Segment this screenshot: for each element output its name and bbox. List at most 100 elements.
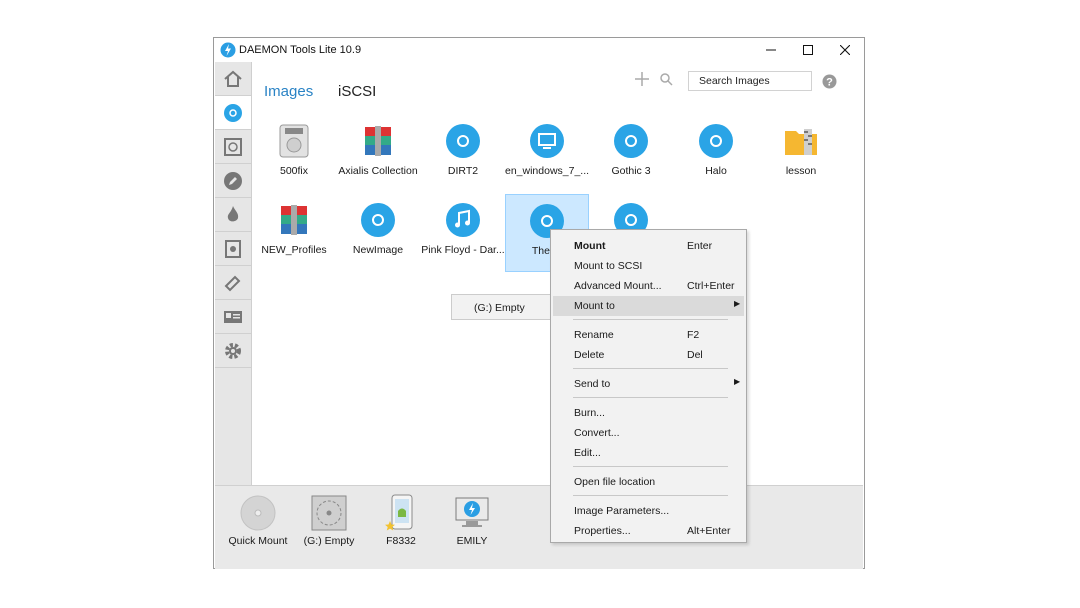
image-item-new-profiles[interactable]: NEW_Profiles [252,194,336,272]
sidebar-item-edit[interactable] [215,164,251,198]
image-item-dirt2[interactable]: DIRT2 [421,115,505,193]
menu-item-mount[interactable]: Mount Enter [553,236,744,256]
sidebar-item-settings[interactable] [215,334,251,368]
submenu-item-g-empty[interactable]: (G:) Empty [474,302,525,314]
disc-icon [697,122,735,160]
music-icon [444,201,482,239]
quick-mount-icon [238,494,278,532]
contacts-icon [224,310,242,323]
image-label: DIRT2 [447,165,479,177]
sidebar-item-vhd[interactable] [215,232,251,266]
drive-quick-mount[interactable]: Quick Mount [218,494,298,564]
home-icon [224,70,242,87]
menu-item-send-to[interactable]: Send to ▶ [553,374,744,394]
menu-item-edit[interactable]: Edit... [553,443,744,463]
disc-icon [224,103,242,122]
svg-text:?: ? [826,77,833,89]
image-item-pink-floyd[interactable]: Pink Floyd - Dar... [421,194,505,272]
close-icon [840,45,850,55]
hdd-icon [275,122,313,160]
image-item-en-windows-7[interactable]: en_windows_7_... [505,115,589,193]
image-label: Halo [705,165,727,177]
archive-icon [275,201,313,239]
menu-item-mount-to[interactable]: Mount to ▶ [553,296,744,316]
search-icon[interactable] [660,73,673,86]
usb-icon [224,275,241,291]
menu-item-image-parameters[interactable]: Image Parameters... [553,501,744,521]
image-item-500fix[interactable]: 500fix [252,115,336,193]
drive-label: (G:) Empty [303,535,355,547]
vhd-icon [225,239,241,258]
menu-separator [573,495,728,496]
menu-item-advanced-mount[interactable]: Advanced Mount... Ctrl+Enter [553,276,744,296]
menu-item-delete[interactable]: Delete Del [553,345,744,365]
image-label: Gothic 3 [611,165,651,177]
image-label: NEW_Profiles [261,244,327,256]
menu-item-burn[interactable]: Burn... [553,403,744,423]
drives-panel: Quick Mount (G:) Empty F8332 EMILY [215,485,863,569]
image-label: en_windows_7_... [505,165,589,177]
daemon-pc-icon [452,494,492,532]
sidebar-item-virtual-drive[interactable] [215,130,251,164]
window-title: DAEMON Tools Lite 10.9 [239,44,362,56]
sidebar [215,62,252,485]
tab-images[interactable]: Images [264,83,313,100]
disc-icon [444,122,482,160]
pencil-icon [224,171,242,190]
monitor-icon [528,122,566,160]
menu-separator [573,466,728,467]
menu-item-mount-to-scsi[interactable]: Mount to SCSI [553,256,744,276]
image-item-lesson[interactable]: lesson [759,115,843,193]
help-icon[interactable]: ? [822,74,837,89]
menu-separator [573,368,728,369]
image-item-gothic-3[interactable]: Gothic 3 [589,115,673,193]
tab-iscsi[interactable]: iSCSI [338,83,376,100]
sidebar-item-usb[interactable] [215,266,251,300]
sidebar-item-images[interactable] [215,96,251,130]
submenu-arrow-icon: ▶ [734,377,741,386]
maximize-button[interactable] [789,38,827,62]
close-button[interactable] [826,38,864,62]
menu-item-convert[interactable]: Convert... [553,423,744,443]
image-label: 500fix [279,165,309,177]
flame-icon [227,205,239,221]
image-label: Pink Floyd - Dar... [421,244,505,256]
image-label: lesson [785,165,817,177]
disc-icon [612,122,650,160]
image-item-halo[interactable]: Halo [674,115,758,193]
drive-label: F8332 [386,535,416,547]
maximize-icon [803,45,813,55]
sidebar-item-burn[interactable] [215,198,251,232]
disc-icon [359,201,397,239]
menu-item-properties[interactable]: Properties... Alt+Enter [553,521,744,541]
minimize-button[interactable] [752,38,790,62]
drive-g-empty[interactable]: (G:) Empty [289,494,369,564]
context-menu: Mount Enter Mount to SCSI Advanced Mount… [550,229,747,543]
image-label: NewImage [352,244,404,256]
image-label: Axialis Collection [338,165,418,177]
minimize-icon [766,49,776,51]
daemon-tools-window: DAEMON Tools Lite 10.9 Images iSCSI Sear… [213,37,865,569]
virtual-drive-icon [224,137,242,156]
search-input[interactable]: Search Images [688,71,812,91]
drive-emily[interactable]: EMILY [432,494,512,564]
image-item-newimage[interactable]: NewImage [336,194,420,272]
menu-separator [573,397,728,398]
sidebar-item-home[interactable] [215,62,251,96]
daemon-logo-icon [220,42,236,58]
empty-drive-icon [309,494,349,532]
add-image-icon[interactable] [635,72,649,86]
drive-f8332[interactable]: F8332 [361,494,441,564]
mount-to-submenu[interactable]: (G:) Empty [451,294,551,320]
menu-item-rename[interactable]: Rename F2 [553,325,744,345]
zip-folder-icon [782,122,820,160]
image-item-axialis-collection[interactable]: Axialis Collection [336,115,420,193]
drive-label: Quick Mount [228,535,288,547]
title-bar[interactable]: DAEMON Tools Lite 10.9 [214,38,864,62]
sidebar-item-contacts[interactable] [215,300,251,334]
menu-separator [573,319,728,320]
android-phone-icon [381,494,421,532]
submenu-arrow-icon: ▶ [734,299,741,308]
menu-item-open-file-location[interactable]: Open file location [553,472,744,492]
drive-label: EMILY [456,535,488,547]
